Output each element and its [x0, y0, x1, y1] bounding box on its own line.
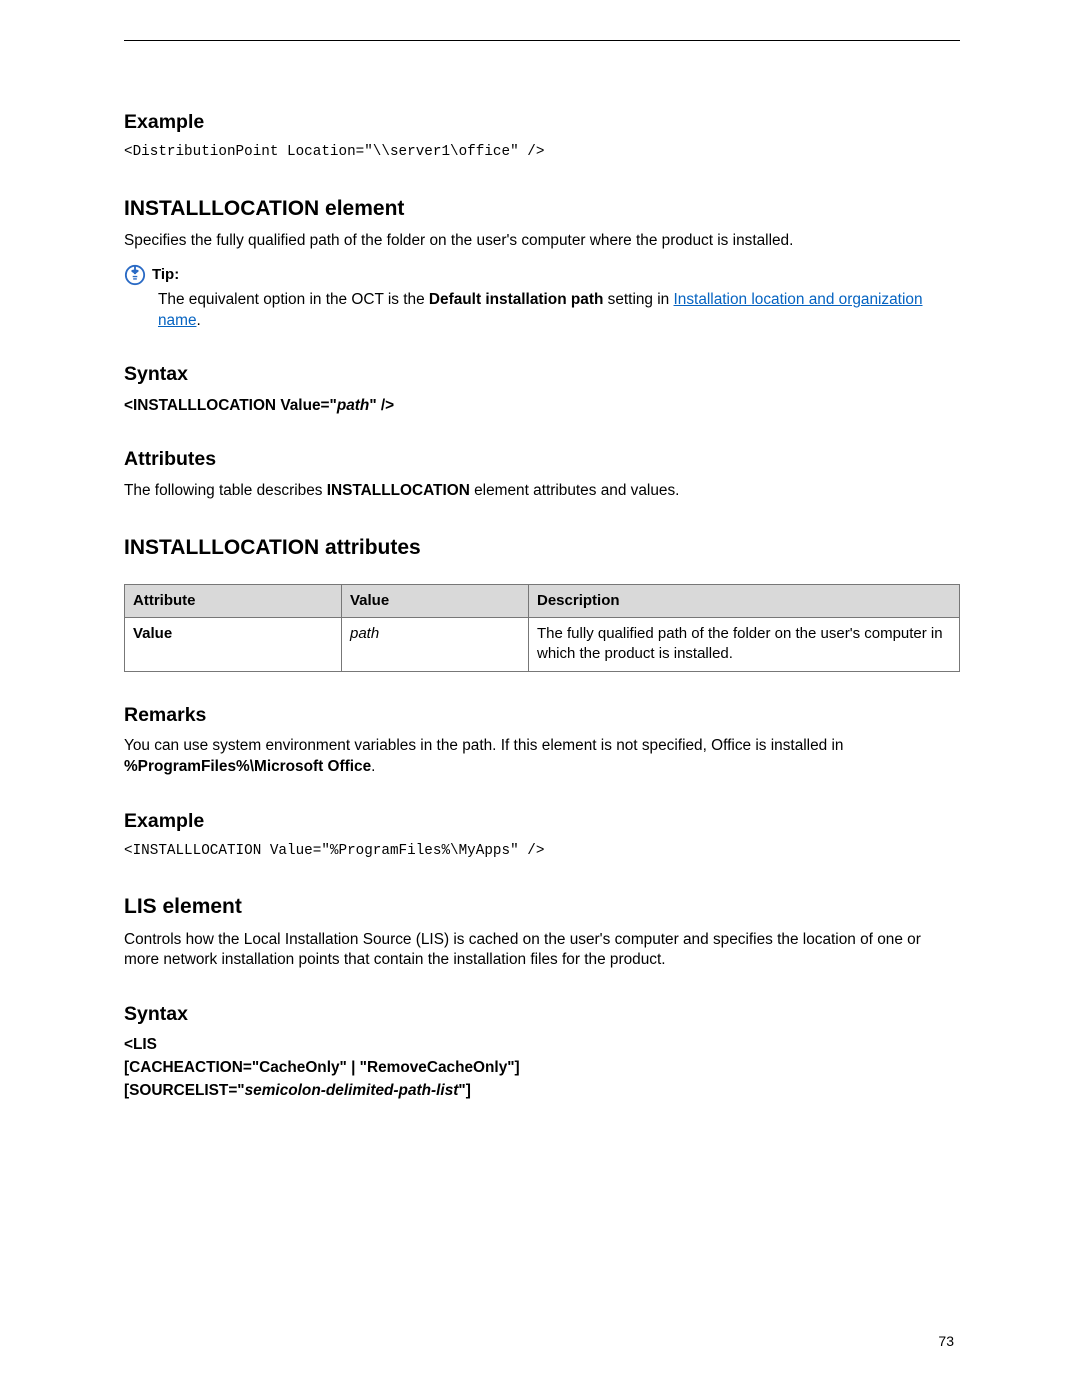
heading-installlocation-element: INSTALLLOCATION element: [124, 195, 960, 223]
page-number: 73: [938, 1332, 954, 1351]
lis-syntax-line3: [SOURCELIST="semicolon-delimited-path-li…: [124, 1081, 960, 1102]
heading-example-2: Example: [124, 808, 960, 834]
remarks-after: .: [371, 758, 375, 775]
document-page: Example <DistributionPoint Location="\\s…: [0, 0, 1080, 1397]
syntax1-suffix: " />: [369, 397, 394, 414]
table-header-row: Attribute Value Description: [125, 584, 960, 617]
syntax1-italic: path: [337, 397, 370, 414]
top-rule: [124, 40, 960, 41]
remarks-before: You can use system environment variables…: [124, 737, 843, 754]
syntax1-prefix: <INSTALLLOCATION Value=": [124, 397, 337, 414]
code-example-2: <INSTALLLOCATION Value="%ProgramFiles%\M…: [124, 842, 960, 861]
th-description: Description: [529, 584, 960, 617]
lis-line3-suffix: "]: [458, 1082, 470, 1099]
syntax-line-1: <INSTALLLOCATION Value="path" />: [124, 396, 960, 417]
tip-text-middle: setting in: [603, 291, 673, 308]
heading-syntax-1: Syntax: [124, 361, 960, 387]
heading-remarks: Remarks: [124, 702, 960, 728]
heading-syntax-2: Syntax: [124, 1001, 960, 1027]
heading-example-1: Example: [124, 109, 960, 135]
lis-syntax-block: <LIS [CACHEACTION="CacheOnly" | "RemoveC…: [124, 1035, 960, 1101]
lis-desc: Controls how the Local Installation Sour…: [124, 930, 960, 972]
code-example-1: <DistributionPoint Location="\\server1\o…: [124, 143, 960, 162]
th-value: Value: [342, 584, 529, 617]
heading-lis-element: LIS element: [124, 893, 960, 921]
installlocation-desc: Specifies the fully qualified path of th…: [124, 231, 960, 252]
tip-icon: [124, 264, 146, 286]
th-attribute: Attribute: [125, 584, 342, 617]
tip-text-suffix: .: [197, 312, 201, 329]
td-description: The fully qualified path of the folder o…: [529, 618, 960, 672]
remarks-text: You can use system environment variables…: [124, 736, 960, 778]
table-row: Value path The fully qualified path of t…: [125, 618, 960, 672]
lis-line3-italic: semicolon-delimited-path-list: [245, 1082, 459, 1099]
attributes-table: Attribute Value Description Value path T…: [124, 584, 960, 672]
lis-syntax-line1: <LIS: [124, 1035, 960, 1056]
tip-body: The equivalent option in the OCT is the …: [158, 290, 948, 332]
lis-line3-prefix: [SOURCELIST=": [124, 1082, 245, 1099]
attributes-desc: The following table describes INSTALLLOC…: [124, 481, 960, 502]
tip-row: Tip:: [124, 264, 960, 286]
heading-installlocation-attributes: INSTALLLOCATION attributes: [124, 534, 960, 562]
tip-label: Tip:: [152, 265, 179, 285]
attr-desc-before: The following table describes: [124, 482, 327, 499]
heading-attributes: Attributes: [124, 446, 960, 472]
tip-text-prefix: The equivalent option in the OCT is the: [158, 291, 429, 308]
remarks-bold: %ProgramFiles%\Microsoft Office: [124, 758, 371, 775]
lis-syntax-line2: [CACHEACTION="CacheOnly" | "RemoveCacheO…: [124, 1058, 960, 1079]
td-attribute: Value: [125, 618, 342, 672]
tip-text-bold: Default installation path: [429, 291, 603, 308]
attr-desc-bold: INSTALLLOCATION: [327, 482, 470, 499]
attr-desc-after: element attributes and values.: [470, 482, 680, 499]
td-value: path: [342, 618, 529, 672]
